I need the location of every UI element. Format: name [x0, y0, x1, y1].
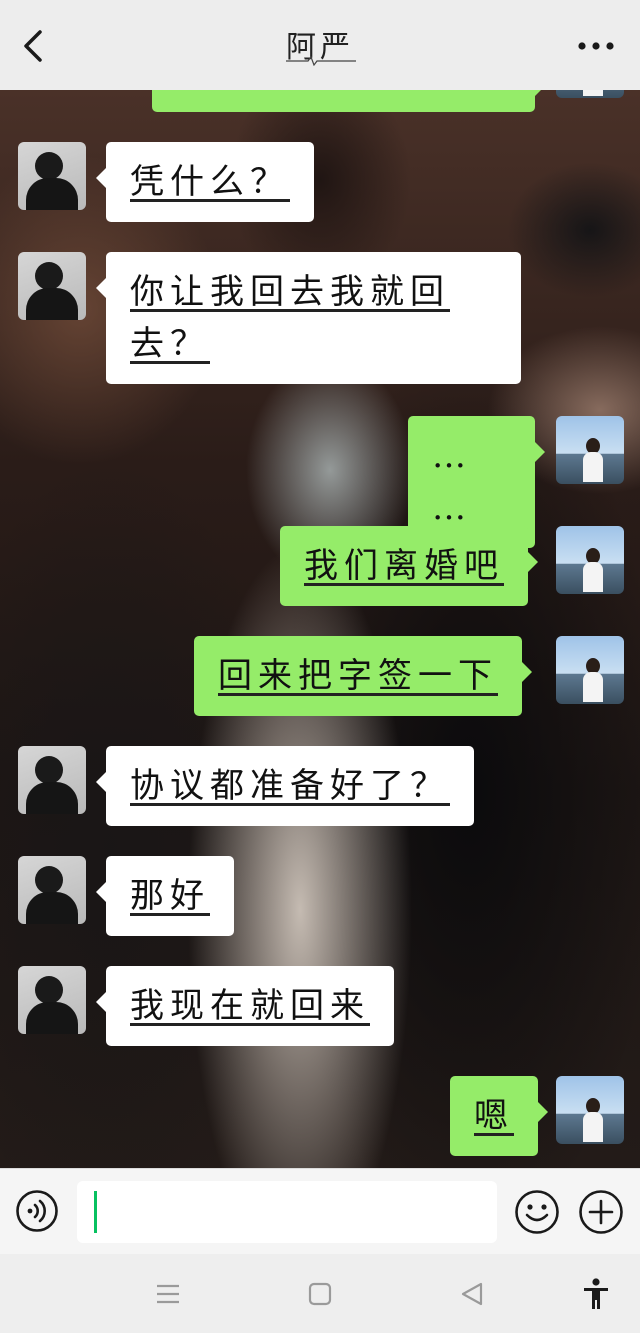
message-text: 协议都准备好了？: [130, 766, 450, 806]
message-text: 嗯: [474, 1096, 514, 1136]
my-avatar[interactable]: [556, 526, 624, 594]
contact-avatar[interactable]: [18, 142, 86, 210]
my-avatar[interactable]: [556, 1076, 624, 1144]
message-bubble-incoming[interactable]: 凭什么？: [96, 142, 314, 222]
more-dots-icon: [578, 42, 614, 50]
message-bubble-outgoing[interactable]: [152, 90, 545, 112]
message-bubble-outgoing[interactable]: 嗯: [450, 1076, 548, 1156]
text-caret: [94, 1191, 97, 1233]
emoji-icon: [515, 1190, 559, 1234]
message-bubble-incoming[interactable]: 我现在就回来: [96, 966, 394, 1046]
contact-avatar[interactable]: [18, 856, 86, 924]
message-text: 我们离婚吧: [304, 546, 504, 586]
chat-area[interactable]: 凭什么？ 你让我回去我就回去？ … … 我们离婚吧 回来把字签一下 协议都准备好…: [0, 90, 640, 1168]
message-bubble-incoming[interactable]: 你让我回去我就回去？: [96, 252, 521, 384]
my-avatar[interactable]: [556, 416, 624, 484]
message-bubble-outgoing[interactable]: 我们离婚吧: [280, 526, 538, 606]
plus-icon: [579, 1190, 623, 1234]
my-avatar[interactable]: [556, 636, 624, 704]
plus-button[interactable]: [578, 1189, 624, 1235]
message-text: … …: [432, 436, 472, 528]
more-button[interactable]: [574, 26, 618, 66]
menu-icon: [157, 1284, 179, 1304]
contact-avatar[interactable]: [18, 252, 86, 320]
message-input[interactable]: [77, 1181, 497, 1243]
message-text: 我现在就回来: [130, 986, 370, 1026]
back-triangle-icon: [461, 1282, 483, 1306]
system-nav-bar: [0, 1254, 640, 1333]
emoji-button[interactable]: [514, 1189, 560, 1235]
message-text: 你让我回去我就回去？: [130, 272, 450, 364]
nav-back-button[interactable]: [454, 1276, 490, 1312]
home-square-icon: [308, 1282, 332, 1306]
input-bar: [0, 1168, 640, 1254]
voice-icon: [16, 1190, 58, 1232]
message-text: 回来把字签一下: [218, 656, 498, 696]
message-bubble-outgoing[interactable]: 回来把字签一下: [194, 636, 532, 716]
home-button[interactable]: [302, 1276, 338, 1312]
voice-button[interactable]: [15, 1189, 59, 1233]
accessibility-button[interactable]: [578, 1276, 614, 1312]
menu-button[interactable]: [150, 1276, 186, 1312]
message-bubble-incoming[interactable]: 那好: [96, 856, 234, 936]
my-avatar[interactable]: [556, 90, 624, 98]
chat-header: 阿严: [0, 0, 640, 90]
accessibility-icon: [584, 1278, 608, 1309]
heartbeat-decoration: [286, 56, 356, 66]
contact-avatar[interactable]: [18, 966, 86, 1034]
message-text: 凭什么？: [130, 162, 290, 202]
message-bubble-incoming[interactable]: 协议都准备好了？: [96, 746, 474, 826]
contact-avatar[interactable]: [18, 746, 86, 814]
message-text: 那好: [130, 876, 210, 916]
